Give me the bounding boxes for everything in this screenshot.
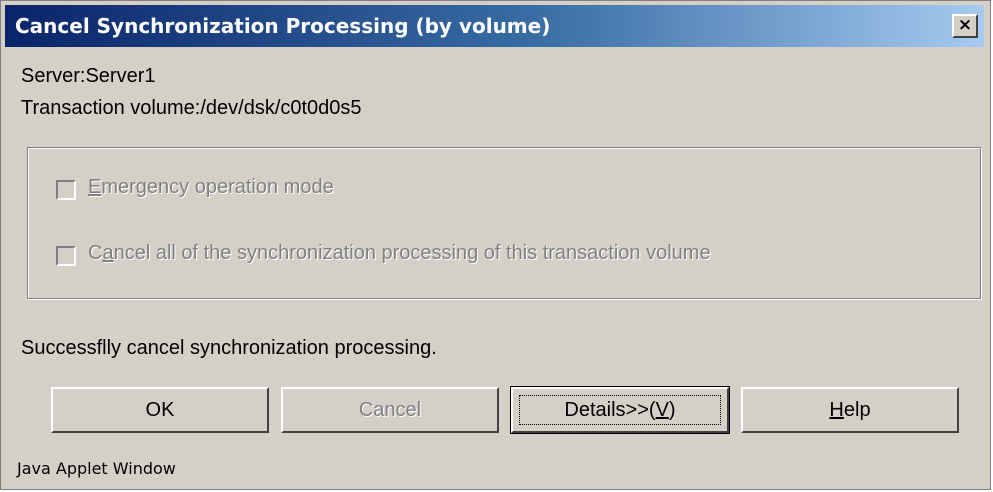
- details-mnemonic: V: [655, 399, 669, 421]
- emergency-mode-checkbox[interactable]: [56, 180, 76, 200]
- java-applet-window-label: Java Applet Window: [17, 459, 176, 478]
- cancel-all-sync-label: Cancel all of the synchronization proces…: [88, 242, 711, 264]
- details-button[interactable]: Details>>(V): [510, 386, 730, 434]
- status-message: Successflly cancel synchronization proce…: [21, 337, 437, 359]
- cancel-all-sync-checkbox[interactable]: [56, 246, 76, 266]
- close-button[interactable]: ×: [952, 14, 978, 38]
- close-icon: ×: [957, 15, 973, 35]
- cancel-sync-dialog: Cancel Synchronization Processing (by vo…: [0, 0, 991, 490]
- ok-button[interactable]: OK: [51, 387, 269, 433]
- mnemonic-char: a: [102, 242, 114, 264]
- options-group: Emergency operation mode Cancel all of t…: [27, 147, 981, 299]
- help-label-rest: elp: [843, 399, 871, 421]
- emergency-mode-label: Emergency operation mode: [88, 176, 334, 198]
- mnemonic-char: E: [88, 176, 102, 198]
- dialog-title: Cancel Synchronization Processing (by vo…: [15, 14, 551, 38]
- transaction-volume-label: Transaction volume:/dev/dsk/c0t0d0s5: [21, 97, 362, 119]
- details-suffix: ): [668, 399, 676, 421]
- server-label: Server:Server1: [21, 65, 156, 87]
- cancel-button[interactable]: Cancel: [281, 387, 499, 433]
- help-button[interactable]: Help: [741, 387, 959, 433]
- help-mnemonic: H: [829, 399, 844, 421]
- title-bar[interactable]: Cancel Synchronization Processing (by vo…: [5, 5, 984, 47]
- details-prefix: Details>>(: [564, 399, 656, 421]
